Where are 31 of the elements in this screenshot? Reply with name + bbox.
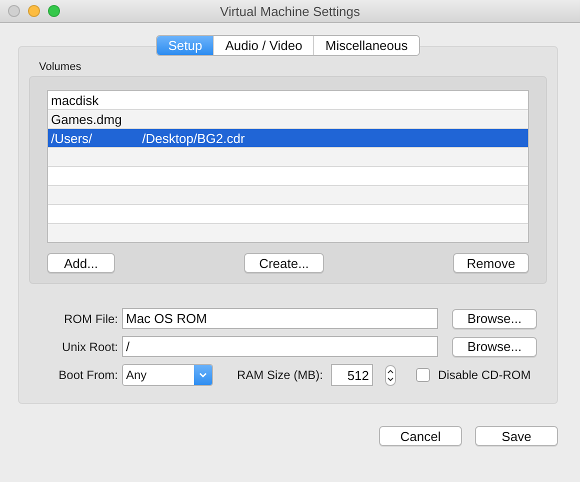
list-row[interactable]: /Users/ /Desktop/BG2.cdr xyxy=(48,129,528,148)
ram-field[interactable]: 512 xyxy=(331,364,374,386)
field-label: RAM Size (MB): xyxy=(237,368,324,382)
list-row[interactable]: Games.dmg xyxy=(48,110,528,129)
list-button[interactable]: Add... xyxy=(47,253,115,273)
path-field[interactable]: Mac OS ROM xyxy=(122,308,438,329)
list-button[interactable]: Create... xyxy=(244,253,324,273)
window-title: Virtual Machine Settings xyxy=(219,4,361,18)
tab[interactable]: Miscellaneous xyxy=(313,36,419,55)
zoom-icon[interactable] xyxy=(48,5,60,17)
field-label: ROM File: xyxy=(63,312,118,326)
path-field[interactable]: / xyxy=(122,336,438,357)
browse-button[interactable]: Browse... xyxy=(452,308,537,328)
list-button[interactable]: Remove xyxy=(453,253,529,273)
dialog-button[interactable]: Cancel xyxy=(379,426,462,446)
group-label: Volumes xyxy=(39,61,82,73)
volume-path: /Desktop/BG2.cdr xyxy=(142,130,245,146)
volume-path: macdisk xyxy=(51,92,99,108)
volume-path: /Users/ xyxy=(51,130,92,146)
stepper-icon[interactable] xyxy=(385,364,396,386)
dialog-button[interactable]: Save xyxy=(475,426,558,446)
checkbox-label: Disable CD-ROM xyxy=(438,368,531,382)
boot-select[interactable]: Any xyxy=(122,364,213,386)
chevron-down-icon xyxy=(194,365,212,385)
close-icon[interactable] xyxy=(8,5,20,17)
browse-button[interactable]: Browse... xyxy=(452,336,537,356)
field-label: Boot From: xyxy=(58,368,118,382)
field-label: Unix Root: xyxy=(60,340,118,354)
minimize-icon[interactable] xyxy=(28,5,40,17)
checkbox[interactable] xyxy=(416,368,430,382)
volume-path: Games.dmg xyxy=(51,112,122,126)
